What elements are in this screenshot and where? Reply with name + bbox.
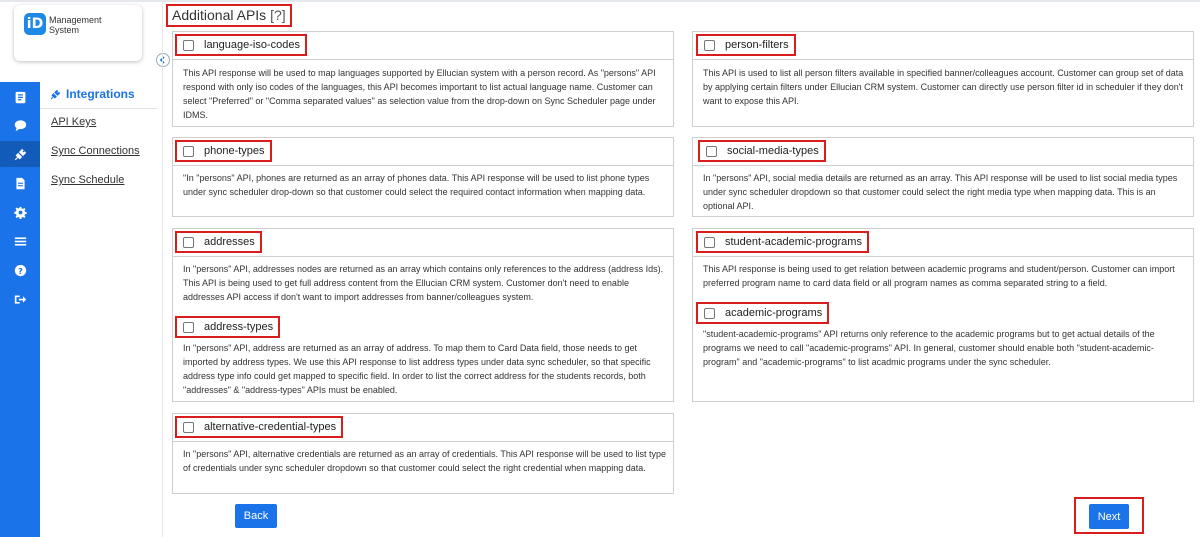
api-description: This API response will be used to map la… (183, 68, 656, 120)
nav-link-sync-schedule[interactable]: Sync Schedule (51, 174, 124, 186)
nav-link-sync-connections[interactable]: Sync Connections (51, 145, 140, 157)
checkbox-box[interactable] (183, 421, 194, 433)
help-icon[interactable]: ? (0, 257, 40, 283)
checkbox-label: academic-programs (725, 307, 823, 319)
alternative-credential-types-checkbox[interactable]: alternative-credential-types (175, 416, 344, 438)
api-panel-addresses: addresses In "persons" API, addresses no… (172, 228, 674, 402)
api-description: This API is used to list all person filt… (703, 68, 1184, 106)
logo-line-2: System (49, 25, 80, 35)
nav-link-api-keys[interactable]: API Keys (51, 116, 96, 128)
subnav-title-label: Integrations (66, 87, 135, 101)
subnav-title: Integrations (50, 87, 135, 101)
chat-icon[interactable] (0, 112, 40, 138)
gear-icon[interactable] (0, 199, 40, 225)
api-description: "In "persons" API, phones are returned a… (183, 173, 650, 197)
checkbox-box[interactable] (704, 39, 715, 51)
student-academic-programs-checkbox[interactable]: student-academic-programs (696, 231, 869, 253)
api-description: In "persons" API, addresses nodes are re… (183, 264, 664, 302)
checkbox-box[interactable] (704, 236, 715, 248)
collapse-sidebar-button[interactable] (156, 53, 170, 67)
document-icon[interactable] (0, 170, 40, 196)
api-description: In "persons" API, alternative credential… (183, 449, 666, 473)
plug-icon (50, 89, 61, 99)
address-types-checkbox[interactable]: address-types (175, 316, 281, 338)
plug-icon[interactable] (0, 141, 40, 167)
divider (40, 108, 158, 109)
social-media-types-checkbox[interactable]: social-media-types (698, 140, 826, 162)
api-panel-student-academic-programs: student-academic-programs This API respo… (692, 228, 1194, 402)
chevron-left-icon (159, 56, 165, 64)
language-iso-codes-checkbox[interactable]: language-iso-codes (175, 34, 308, 56)
checkbox-label: alternative-credential-types (204, 421, 337, 433)
icon-rail: ? (0, 82, 40, 537)
api-description: This API response is being used to get r… (703, 264, 1175, 288)
checkbox-box[interactable] (706, 145, 717, 157)
checkbox-box[interactable] (704, 307, 715, 319)
api-description: "student-academic-programs" API returns … (703, 329, 1155, 367)
help-link[interactable]: [?] (270, 7, 286, 23)
academic-programs-checkbox[interactable]: academic-programs (696, 302, 830, 324)
checkbox-label: address-types (204, 321, 274, 333)
checkbox-box[interactable] (183, 321, 194, 333)
checkbox-box[interactable] (183, 39, 194, 51)
list-icon[interactable] (0, 228, 40, 254)
checkbox-label: phone-types (204, 145, 265, 157)
logout-icon[interactable] (0, 286, 40, 312)
phone-types-checkbox[interactable]: phone-types (175, 140, 272, 162)
addresses-checkbox[interactable]: addresses (175, 231, 262, 253)
app-logo[interactable]: iD Management System (14, 5, 142, 61)
top-border (0, 0, 1200, 2)
next-button[interactable]: Next (1089, 504, 1129, 529)
divider (162, 0, 163, 537)
page-title-text: Additional APIs (172, 7, 267, 23)
profile-card-icon[interactable] (0, 84, 40, 110)
checkbox-label: student-academic-programs (725, 236, 862, 248)
checkbox-label: language-iso-codes (204, 39, 301, 51)
checkbox-label: addresses (204, 236, 255, 248)
logo-line-1: Management (49, 15, 102, 25)
api-panel-person-filters: person-filters This API is used to list … (692, 31, 1194, 127)
checkbox-box[interactable] (183, 145, 194, 157)
checkbox-label: social-media-types (727, 145, 819, 157)
logo-mark: iD (24, 13, 46, 35)
api-description: In "persons" API, address are returned a… (183, 343, 651, 395)
api-panel-language-iso-codes: language-iso-codes This API response wil… (172, 31, 674, 127)
checkbox-box[interactable] (183, 236, 194, 248)
checkbox-label: person-filters (725, 39, 789, 51)
person-filters-checkbox[interactable]: person-filters (696, 34, 796, 56)
logo-text: Management System (49, 15, 102, 35)
page-title: Additional APIs [?] (166, 4, 292, 27)
api-panel-social-media-types: social-media-types In "persons" API, soc… (692, 137, 1194, 217)
api-panel-alternative-credential-types: alternative-credential-types In "persons… (172, 413, 674, 494)
back-button[interactable]: Back (235, 504, 277, 528)
api-panel-phone-types: phone-types "In "persons" API, phones ar… (172, 137, 674, 217)
api-description: In "persons" API, social media details a… (703, 173, 1178, 211)
svg-text:?: ? (18, 265, 23, 275)
